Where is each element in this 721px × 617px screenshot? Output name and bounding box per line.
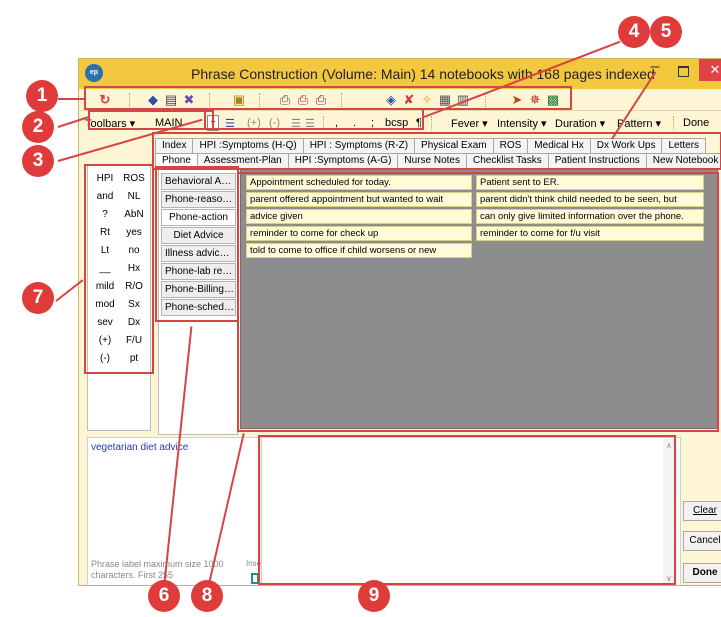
callout-box-6: [155, 166, 239, 322]
callout-line-1: [58, 98, 86, 100]
done-button-label: Done: [692, 567, 718, 578]
callout-box-9: [258, 435, 676, 585]
callout-badge-2: 2: [22, 111, 54, 143]
callout-badge-1: 1: [26, 80, 58, 112]
done-button[interactable]: Done: [683, 563, 721, 583]
cancel-button[interactable]: Cancel: [683, 531, 721, 551]
screenshot-stage: ep Phrase Construction (Volume: Main) 14…: [0, 0, 721, 617]
duration-dropdown[interactable]: Duration ▾: [555, 117, 605, 130]
callout-badge-6: 6: [148, 580, 180, 612]
cancel-button-label: Cancel: [689, 535, 721, 546]
phrase-label-text: vegetarian diet advice: [91, 442, 189, 453]
toolbar-grip: [431, 116, 433, 130]
callout-box-8: [237, 172, 719, 432]
maximize-icon[interactable]: [673, 63, 693, 79]
callout-box-1: [84, 86, 572, 110]
close-icon[interactable]: ✕: [699, 59, 721, 81]
callout-badge-5: 5: [650, 16, 682, 48]
callout-badge-8: 8: [191, 580, 223, 612]
callout-badge-4: 4: [618, 16, 650, 48]
callout-badge-9: 9: [358, 580, 390, 612]
callout-box-3-4: [204, 108, 424, 130]
app-icon: ep: [85, 64, 103, 82]
toolbar-done-button[interactable]: Done: [683, 117, 709, 129]
callout-badge-3: 3: [22, 145, 54, 177]
callout-box-5: [152, 132, 721, 170]
window-title: Phrase Construction (Volume: Main) 14 no…: [191, 66, 655, 82]
clear-button[interactable]: Clear: [683, 501, 721, 521]
title-bar: ep Phrase Construction (Volume: Main) 14…: [79, 59, 721, 89]
intensity-dropdown[interactable]: Intensity ▾: [497, 117, 547, 130]
toolbar-grip: [673, 116, 675, 130]
fever-dropdown[interactable]: Fever ▾: [451, 117, 488, 130]
callout-box-7: [84, 164, 154, 374]
phrase-label-note: Phrase label maximum size 1000 character…: [91, 559, 224, 580]
clear-button-label: Clear: [693, 505, 717, 516]
phrase-label-area[interactable]: vegetarian diet advice Phrase label maxi…: [87, 437, 266, 585]
callout-badge-7: 7: [22, 282, 54, 314]
